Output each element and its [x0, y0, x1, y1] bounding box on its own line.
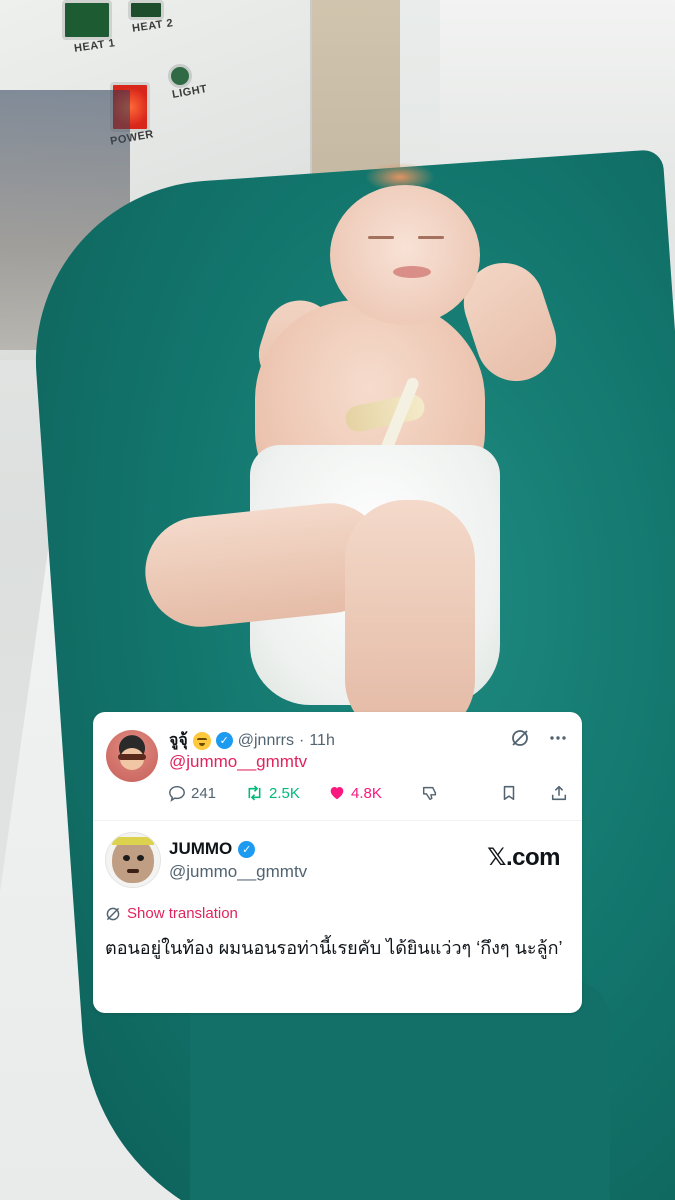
- verified-badge-icon: ✓: [215, 732, 233, 749]
- grok-icon[interactable]: [510, 728, 530, 748]
- quoted-name-row: JUMMO ✓: [169, 839, 256, 859]
- more-icon[interactable]: [548, 728, 568, 748]
- heat2-switch: [128, 0, 164, 20]
- like-count: 4.8K: [351, 784, 382, 802]
- quoted-tweet-text: ตอนอยู่ในท้อง ผมนอนรอท่านี้เรยคับ ได้ยิน…: [105, 938, 563, 958]
- tweet-divider: [93, 820, 582, 821]
- reply-header: จูจุ้ ✓ @jnnrrs · 11h: [169, 728, 335, 753]
- quoted-display-name[interactable]: JUMMO: [169, 839, 232, 859]
- like-button[interactable]: 4.8K: [328, 784, 382, 802]
- translate-icon: [106, 907, 120, 920]
- bookmark-button[interactable]: [500, 784, 518, 802]
- x-com-logo: 𝕏.com: [487, 844, 560, 871]
- baby-mouth: [393, 266, 431, 278]
- reply-icon: [169, 785, 185, 802]
- like-icon: [330, 786, 344, 800]
- reply-top-icons: [510, 728, 568, 748]
- reply-button[interactable]: 241: [168, 784, 216, 802]
- reply-count: 241: [191, 784, 217, 802]
- reply-display-name[interactable]: จูจุ้: [169, 728, 188, 753]
- reply-avatar[interactable]: [106, 730, 158, 782]
- repost-count: 2.5K: [269, 784, 300, 802]
- show-translation-link[interactable]: Show translation: [105, 905, 238, 922]
- show-translation-label: Show translation: [127, 905, 238, 922]
- reply-handle[interactable]: @jnnrrs: [238, 732, 294, 750]
- baby-head: [330, 185, 480, 325]
- baby-eye-left: [368, 236, 394, 239]
- light-indicator: [168, 64, 192, 88]
- reply-time[interactable]: 11h: [309, 732, 335, 750]
- baby-eye-right: [418, 236, 444, 239]
- heat1-switch: [62, 0, 112, 40]
- baby-right-leg: [345, 500, 475, 740]
- tweet-card: จูจุ้ ✓ @jnnrrs · 11h @jummo__gmmtv 241 …: [93, 712, 582, 1013]
- smile-emoji-icon: [192, 731, 211, 750]
- dislike-button[interactable]: [421, 784, 439, 802]
- reply-mention-link[interactable]: @jummo__gmmtv: [169, 752, 307, 772]
- repost-button[interactable]: 2.5K: [245, 784, 300, 802]
- quoted-avatar[interactable]: [105, 832, 161, 888]
- share-icon: [551, 785, 567, 801]
- background-photo: HEAT 1 HEAT 2 POWER LIGHT: [0, 0, 675, 1200]
- quoted-handle[interactable]: @jummo__gmmtv: [169, 862, 307, 882]
- share-button[interactable]: [550, 784, 568, 802]
- dislike-icon: [422, 786, 437, 801]
- repost-icon: [248, 785, 261, 801]
- verified-badge-icon: ✓: [238, 840, 256, 858]
- reply-action-bar: 241 2.5K 4.8K: [168, 784, 568, 806]
- time-separator: ·: [299, 731, 305, 749]
- teal-blanket-fold: [190, 980, 610, 1200]
- bookmark-icon: [503, 785, 515, 801]
